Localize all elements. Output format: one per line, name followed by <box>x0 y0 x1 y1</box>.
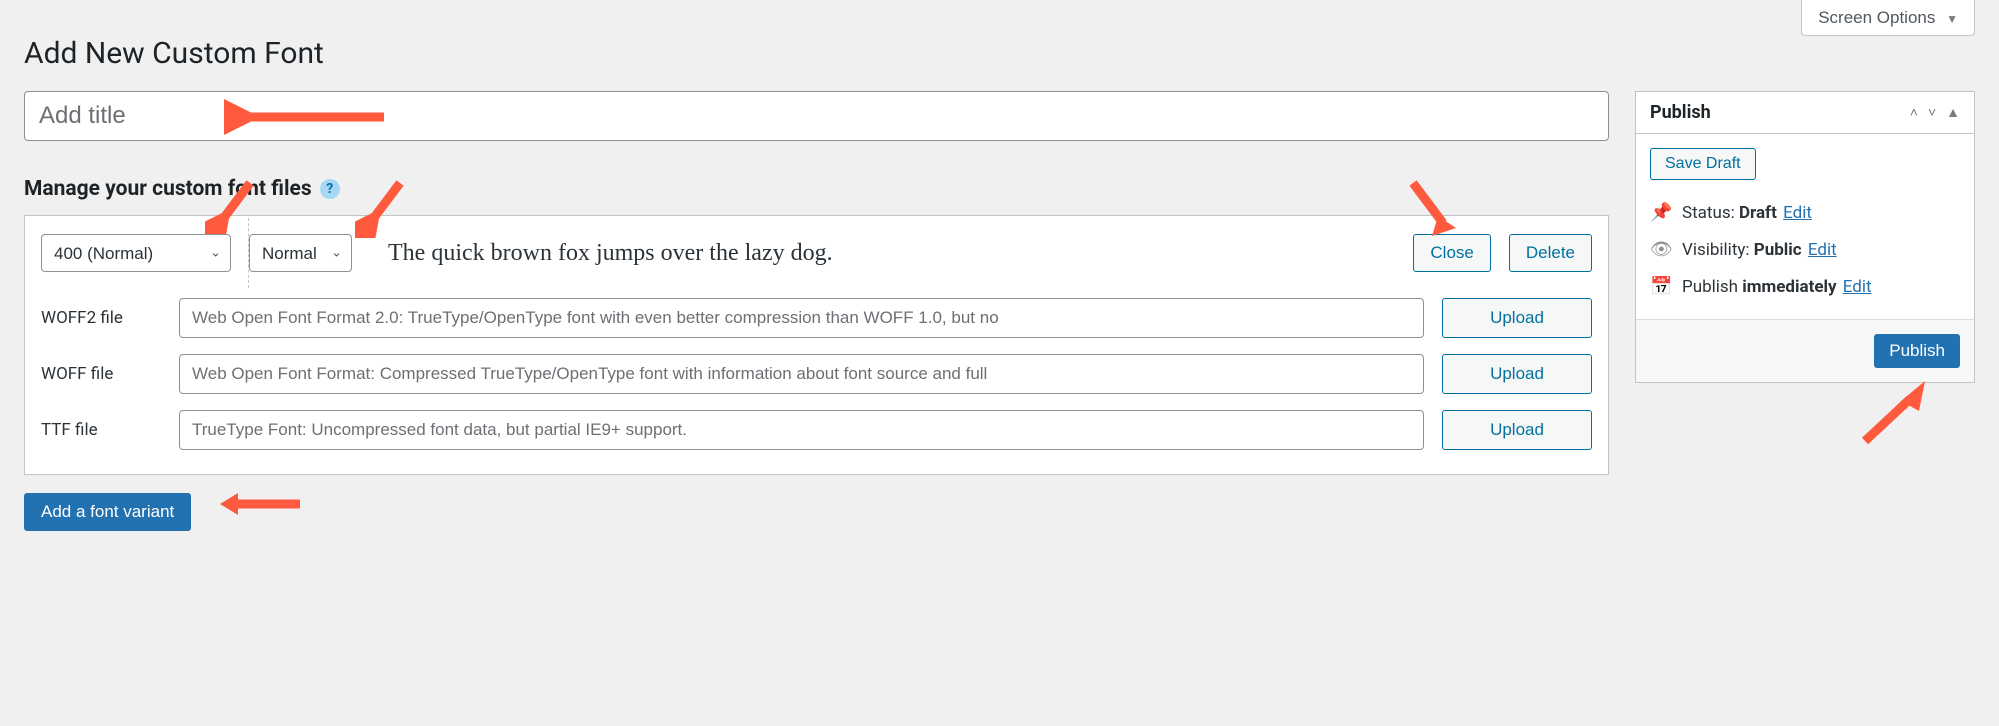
publish-button[interactable]: Publish <box>1874 334 1960 368</box>
edit-status-link[interactable]: Edit <box>1783 203 1812 223</box>
manage-fonts-heading-text: Manage your custom font files <box>24 177 312 201</box>
screen-options-toggle[interactable]: Screen Options ▼ <box>1801 0 1975 36</box>
add-font-variant-button[interactable]: Add a font variant <box>24 493 191 531</box>
ttf-file-input[interactable] <box>179 410 1424 450</box>
woff-file-input[interactable] <box>179 354 1424 394</box>
upload-button[interactable]: Upload <box>1442 354 1592 394</box>
file-label: TTF file <box>41 420 161 440</box>
title-input[interactable] <box>24 91 1609 141</box>
status-value: Draft <box>1739 203 1777 223</box>
font-style-select[interactable]: Normal <box>249 234 352 272</box>
move-down-icon[interactable]: ˅ <box>1928 104 1936 121</box>
save-draft-button[interactable]: Save Draft <box>1650 148 1756 180</box>
annotation-arrow-icon <box>220 489 310 519</box>
close-button[interactable]: Close <box>1413 234 1490 272</box>
visibility-label: Visibility: <box>1682 240 1750 260</box>
file-row-woff2: WOFF2 file Upload <box>25 290 1608 346</box>
woff2-file-input[interactable] <box>179 298 1424 338</box>
upload-button[interactable]: Upload <box>1442 410 1592 450</box>
publish-heading: Publish <box>1650 102 1711 123</box>
toggle-panel-icon[interactable]: ▲ <box>1946 104 1960 121</box>
visibility-row: 👁 Visibility: Public Edit <box>1650 231 1960 268</box>
upload-button[interactable]: Upload <box>1442 298 1592 338</box>
file-label: WOFF2 file <box>41 308 161 328</box>
delete-button[interactable]: Delete <box>1509 234 1592 272</box>
pin-icon: 📌 <box>1650 202 1672 223</box>
schedule-label: Publish <box>1682 277 1738 297</box>
file-label: WOFF file <box>41 364 161 384</box>
font-weight-select[interactable]: 400 (Normal) <box>41 234 231 272</box>
annotation-arrow-icon <box>1855 381 1935 451</box>
publish-metabox: Publish ˄ ˅ ▲ Save Draft 📌 Status: <box>1635 91 1975 383</box>
font-variant-box: 400 (Normal) ⌄ Normal ⌄ The quick brown … <box>24 215 1609 475</box>
font-preview-text: The quick brown fox jumps over the lazy … <box>370 240 1395 267</box>
eye-icon: 👁 <box>1650 239 1672 260</box>
calendar-icon: 📅 <box>1650 276 1672 297</box>
move-up-icon[interactable]: ˄ <box>1910 104 1918 121</box>
file-row-woff: WOFF file Upload <box>25 346 1608 402</box>
file-row-ttf: TTF file Upload <box>25 402 1608 458</box>
visibility-value: Public <box>1754 240 1802 260</box>
page-title: Add New Custom Font <box>24 36 1975 71</box>
edit-schedule-link[interactable]: Edit <box>1843 277 1872 297</box>
manage-fonts-heading: Manage your custom font files ? <box>24 177 1609 201</box>
status-row: 📌 Status: Draft Edit <box>1650 194 1960 231</box>
schedule-value: immediately <box>1742 277 1836 297</box>
chevron-down-icon: ▼ <box>1946 12 1958 26</box>
schedule-row: 📅 Publish immediately Edit <box>1650 268 1960 305</box>
screen-options-label: Screen Options <box>1818 8 1935 27</box>
edit-visibility-link[interactable]: Edit <box>1808 240 1837 260</box>
status-label: Status: <box>1682 203 1735 223</box>
help-icon[interactable]: ? <box>320 179 340 199</box>
